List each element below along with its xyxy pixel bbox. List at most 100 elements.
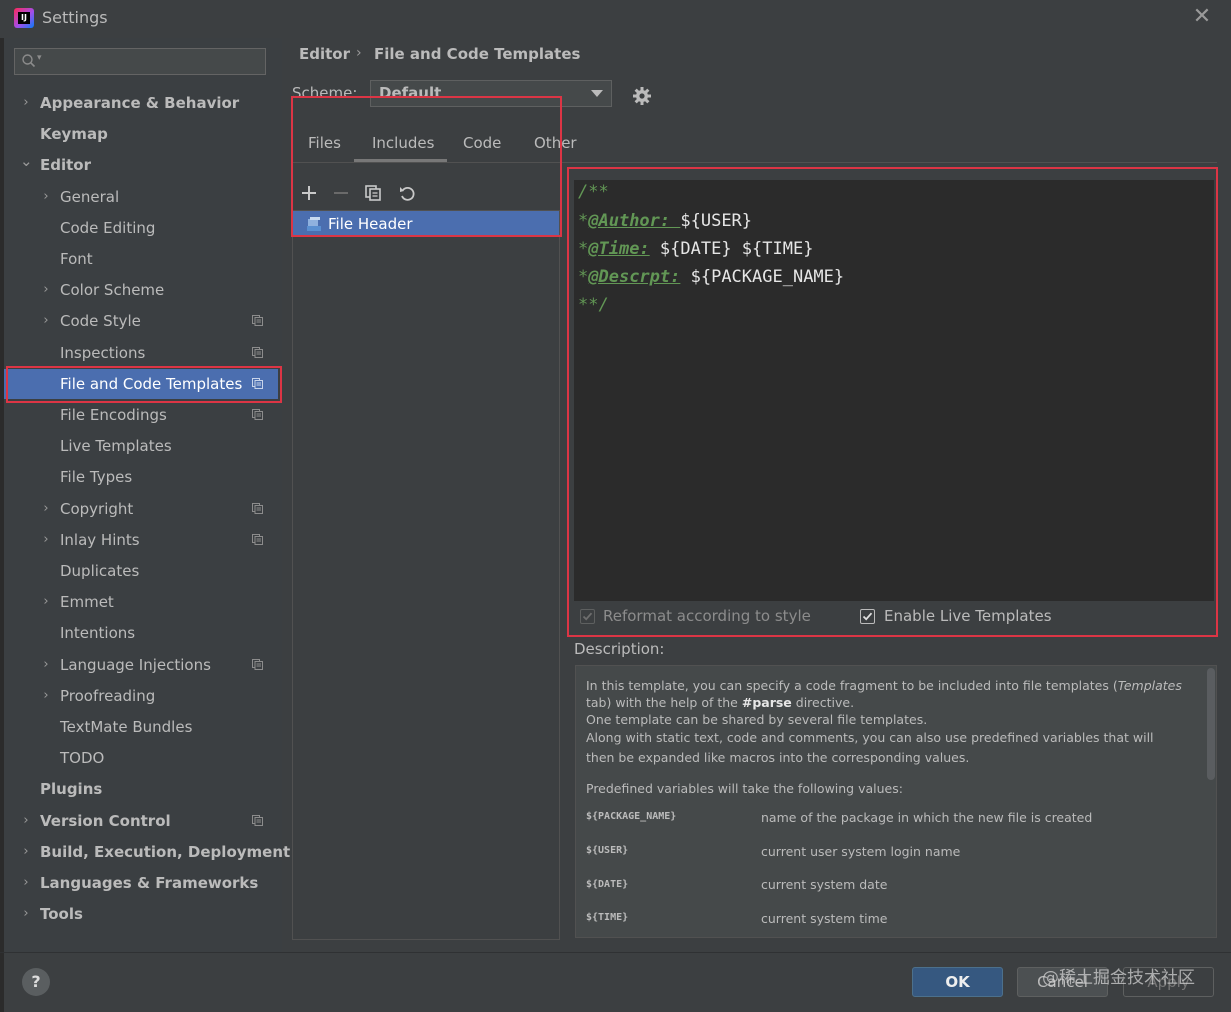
description-title: Description: xyxy=(574,640,665,658)
chevron-right-icon[interactable]: › xyxy=(20,837,32,867)
sidebar-item-label: General xyxy=(60,187,120,206)
sidebar-item-color-scheme[interactable]: › Color Scheme xyxy=(4,275,278,305)
project-scope-icon xyxy=(252,533,263,545)
chevron-down-icon[interactable]: ⌄ xyxy=(20,146,33,176)
variable-name: ${USER} xyxy=(586,845,629,856)
sidebar-item-general[interactable]: › General xyxy=(4,182,278,212)
chevron-right-icon[interactable]: › xyxy=(20,88,32,118)
sidebar-item-appearance-behavior[interactable]: › Appearance & Behavior xyxy=(4,88,278,118)
intellij-app-icon: IJ xyxy=(14,8,34,28)
sidebar-item-label: Version Control xyxy=(40,811,171,830)
chevron-right-icon[interactable]: › xyxy=(40,525,52,555)
highlight-outline xyxy=(291,96,562,237)
sidebar-item-code-style[interactable]: › Code Style xyxy=(4,306,278,336)
sidebar-item-textmate-bundles[interactable]: TextMate Bundles xyxy=(4,712,278,742)
sidebar-item-label: Intentions xyxy=(60,624,136,643)
sidebar-item-label: Plugins xyxy=(40,780,103,799)
variable-description: current system time xyxy=(761,911,888,926)
sidebar-item-proofreading[interactable]: › Proofreading xyxy=(4,681,278,711)
sidebar-item-label: File Encodings xyxy=(60,406,167,424)
sidebar-item-label: Color Scheme xyxy=(60,281,165,300)
sidebar-item-label: TextMate Bundles xyxy=(60,718,193,736)
breadcrumb-parent[interactable]: Editor xyxy=(299,45,350,63)
sidebar-item-font[interactable]: Font xyxy=(4,244,278,274)
sidebar-item-keymap[interactable]: Keymap xyxy=(4,119,278,149)
highlight-outline xyxy=(567,167,1218,637)
sidebar-item-duplicates[interactable]: Duplicates xyxy=(4,556,278,586)
sidebar-item-inlay-hints[interactable]: › Inlay Hints xyxy=(4,525,278,555)
sidebar-item-label: Languages & Frameworks xyxy=(40,874,259,892)
project-scope-icon xyxy=(252,814,263,826)
chevron-right-icon[interactable]: › xyxy=(20,868,32,898)
description-line: In this template, you can specify a code… xyxy=(586,678,1182,693)
sidebar-item-label: Duplicates xyxy=(60,562,140,580)
sidebar-item-intentions[interactable]: Intentions xyxy=(4,618,278,648)
ok-button[interactable]: OK xyxy=(912,967,1003,997)
search-icon xyxy=(22,54,36,68)
sidebar-item-live-templates[interactable]: Live Templates xyxy=(4,431,278,461)
highlight-outline xyxy=(6,366,282,403)
gear-icon[interactable] xyxy=(632,86,652,106)
help-button[interactable]: ? xyxy=(22,968,50,996)
sidebar-item-file-types[interactable]: File Types xyxy=(4,462,278,492)
settings-search-input[interactable]: ▾ xyxy=(14,48,266,75)
sidebar-item-label: Editor xyxy=(40,156,91,175)
description-panel: In this template, you can specify a code… xyxy=(575,665,1217,938)
sidebar-item-label: Tools xyxy=(40,905,83,924)
chevron-right-icon[interactable]: › xyxy=(40,494,52,524)
sidebar-item-label: Inspections xyxy=(60,343,146,362)
sidebar-item-copyright[interactable]: › Copyright xyxy=(4,494,278,524)
close-icon[interactable]: ✕ xyxy=(1191,6,1213,28)
project-scope-icon xyxy=(252,658,263,670)
project-scope-icon xyxy=(252,346,263,358)
chevron-right-icon[interactable]: › xyxy=(40,681,52,711)
project-scope-icon xyxy=(252,502,263,514)
watermark-text: @稀土掘金技术社区 xyxy=(1042,968,1195,988)
variable-description: name of the package in which the new fil… xyxy=(761,810,1093,825)
dialog-divider xyxy=(0,952,1231,953)
sidebar-item-label: Inlay Hints xyxy=(60,530,140,549)
chevron-down-icon xyxy=(591,90,603,97)
variable-name: ${PACKAGE_NAME} xyxy=(586,811,677,822)
sidebar-item-languages-frameworks[interactable]: › Languages & Frameworks xyxy=(4,868,278,898)
sidebar-item-label: Code Style xyxy=(60,312,141,331)
variable-name: ${TIME} xyxy=(586,912,629,923)
description-vars-intro: Predefined variables will take the follo… xyxy=(586,781,903,796)
description-line: then be expanded like macros into the co… xyxy=(586,750,970,765)
sidebar-item-emmet[interactable]: › Emmet xyxy=(4,587,278,617)
sidebar-item-label: Font xyxy=(60,250,93,268)
variable-description: current system date xyxy=(761,877,888,892)
sidebar-item-tools[interactable]: › Tools xyxy=(4,899,278,929)
chevron-right-icon[interactable]: › xyxy=(40,275,52,305)
chevron-right-icon[interactable]: › xyxy=(40,182,52,212)
sidebar-item-label: Emmet xyxy=(60,593,114,612)
sidebar-item-plugins[interactable]: Plugins xyxy=(4,774,278,804)
sidebar-item-version-control[interactable]: › Version Control xyxy=(4,806,278,836)
sidebar-item-label: File Types xyxy=(60,468,133,487)
chevron-right-icon[interactable]: › xyxy=(20,806,32,836)
chevron-right-icon[interactable]: › xyxy=(40,306,52,336)
sidebar-item-label: Copyright xyxy=(60,499,134,518)
chevron-right-icon[interactable]: › xyxy=(40,587,52,617)
templates-list: File Header xyxy=(292,210,560,940)
sidebar-item-label: Keymap xyxy=(40,125,108,144)
sidebar-item-language-injections[interactable]: › Language Injections xyxy=(4,650,278,680)
description-scrollbar[interactable] xyxy=(1207,668,1215,780)
sidebar-item-label: Live Templates xyxy=(60,437,172,456)
sidebar-item-file-encodings[interactable]: File Encodings xyxy=(4,400,278,430)
sidebar-item-label: Appearance & Behavior xyxy=(40,94,240,112)
sidebar-item-code-editing[interactable]: Code Editing xyxy=(4,213,278,243)
sidebar-item-build-execution-deployment[interactable]: › Build, Execution, Deployment xyxy=(4,837,290,867)
page-title: File and Code Templates xyxy=(374,45,581,63)
chevron-right-icon[interactable]: › xyxy=(20,899,32,929)
chevron-right-icon[interactable]: › xyxy=(40,650,52,680)
project-scope-icon xyxy=(252,315,263,327)
sidebar-item-editor[interactable]: ⌄ Editor xyxy=(4,150,278,180)
description-line: tab) with the help of the #parse directi… xyxy=(586,695,855,710)
sidebar-item-inspections[interactable]: Inspections xyxy=(4,338,278,368)
project-scope-icon xyxy=(252,409,263,420)
search-dropdown-icon[interactable]: ▾ xyxy=(37,53,42,63)
sidebar-item-label: TODO xyxy=(60,749,105,768)
sidebar-item-todo[interactable]: TODO xyxy=(4,743,278,773)
variable-name: ${DATE} xyxy=(586,879,629,890)
